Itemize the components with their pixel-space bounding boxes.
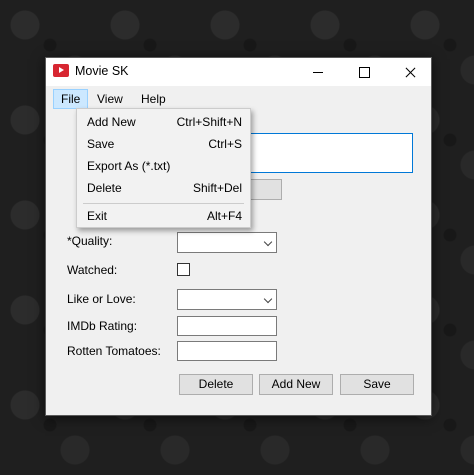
save-button[interactable]: Save — [340, 374, 414, 395]
quality-select[interactable] — [177, 232, 277, 253]
menu-bar: File View Help — [46, 89, 431, 109]
add-new-button[interactable]: Add New — [259, 374, 333, 395]
rotten-tomatoes-input[interactable] — [177, 341, 277, 361]
file-menu-export-as[interactable]: Export As (*.txt) — [87, 156, 242, 176]
partially-hidden-button[interactable] — [246, 179, 282, 200]
menu-item-label: Exit — [87, 209, 108, 223]
movie-title-textbox[interactable] — [243, 133, 413, 173]
imdb-rating-input[interactable] — [177, 316, 277, 336]
imdb-rating-label: IMDb Rating: — [67, 319, 138, 333]
menu-view[interactable]: View — [90, 89, 130, 109]
chevron-down-icon — [263, 237, 273, 247]
menu-item-shortcut: Alt+F4 — [206, 209, 242, 223]
file-menu-add-new[interactable]: Add New Ctrl+Shift+N — [87, 112, 242, 132]
file-menu-delete[interactable]: Delete Shift+Del — [87, 178, 242, 198]
watched-checkbox[interactable] — [177, 263, 190, 276]
minimize-icon[interactable] — [295, 58, 341, 86]
delete-button[interactable]: Delete — [179, 374, 253, 395]
quality-label: *Quality: — [67, 234, 113, 248]
menu-item-label: Delete — [87, 181, 122, 195]
title-bar[interactable]: Movie SK — [46, 58, 431, 86]
maximize-icon[interactable] — [341, 58, 387, 86]
menu-file[interactable]: File — [53, 89, 89, 109]
watched-label: Watched: — [67, 263, 118, 277]
like-or-love-label: Like or Love: — [67, 292, 136, 306]
menu-item-shortcut: Shift+Del — [192, 181, 242, 195]
menu-help[interactable]: Help — [134, 89, 173, 109]
window-title: Movie SK — [75, 64, 129, 78]
menu-item-label: Export As (*.txt) — [87, 159, 171, 173]
close-icon[interactable] — [387, 58, 433, 86]
menu-item-shortcut: Ctrl+S — [208, 137, 242, 151]
rotten-tomatoes-label: Rotten Tomatoes: — [67, 344, 161, 358]
movie-player-icon — [53, 64, 69, 77]
like-or-love-select[interactable] — [177, 289, 277, 310]
menu-item-label: Add New — [87, 115, 136, 129]
file-menu-dropdown: Add New Ctrl+Shift+N Save Ctrl+S Export … — [76, 108, 251, 228]
file-menu-save[interactable]: Save Ctrl+S — [87, 134, 242, 154]
menu-item-shortcut: Ctrl+Shift+N — [176, 115, 242, 129]
chevron-down-icon — [263, 294, 273, 304]
file-menu-exit[interactable]: Exit Alt+F4 — [87, 206, 242, 226]
menu-item-label: Save — [87, 137, 115, 151]
menu-separator — [83, 203, 244, 204]
